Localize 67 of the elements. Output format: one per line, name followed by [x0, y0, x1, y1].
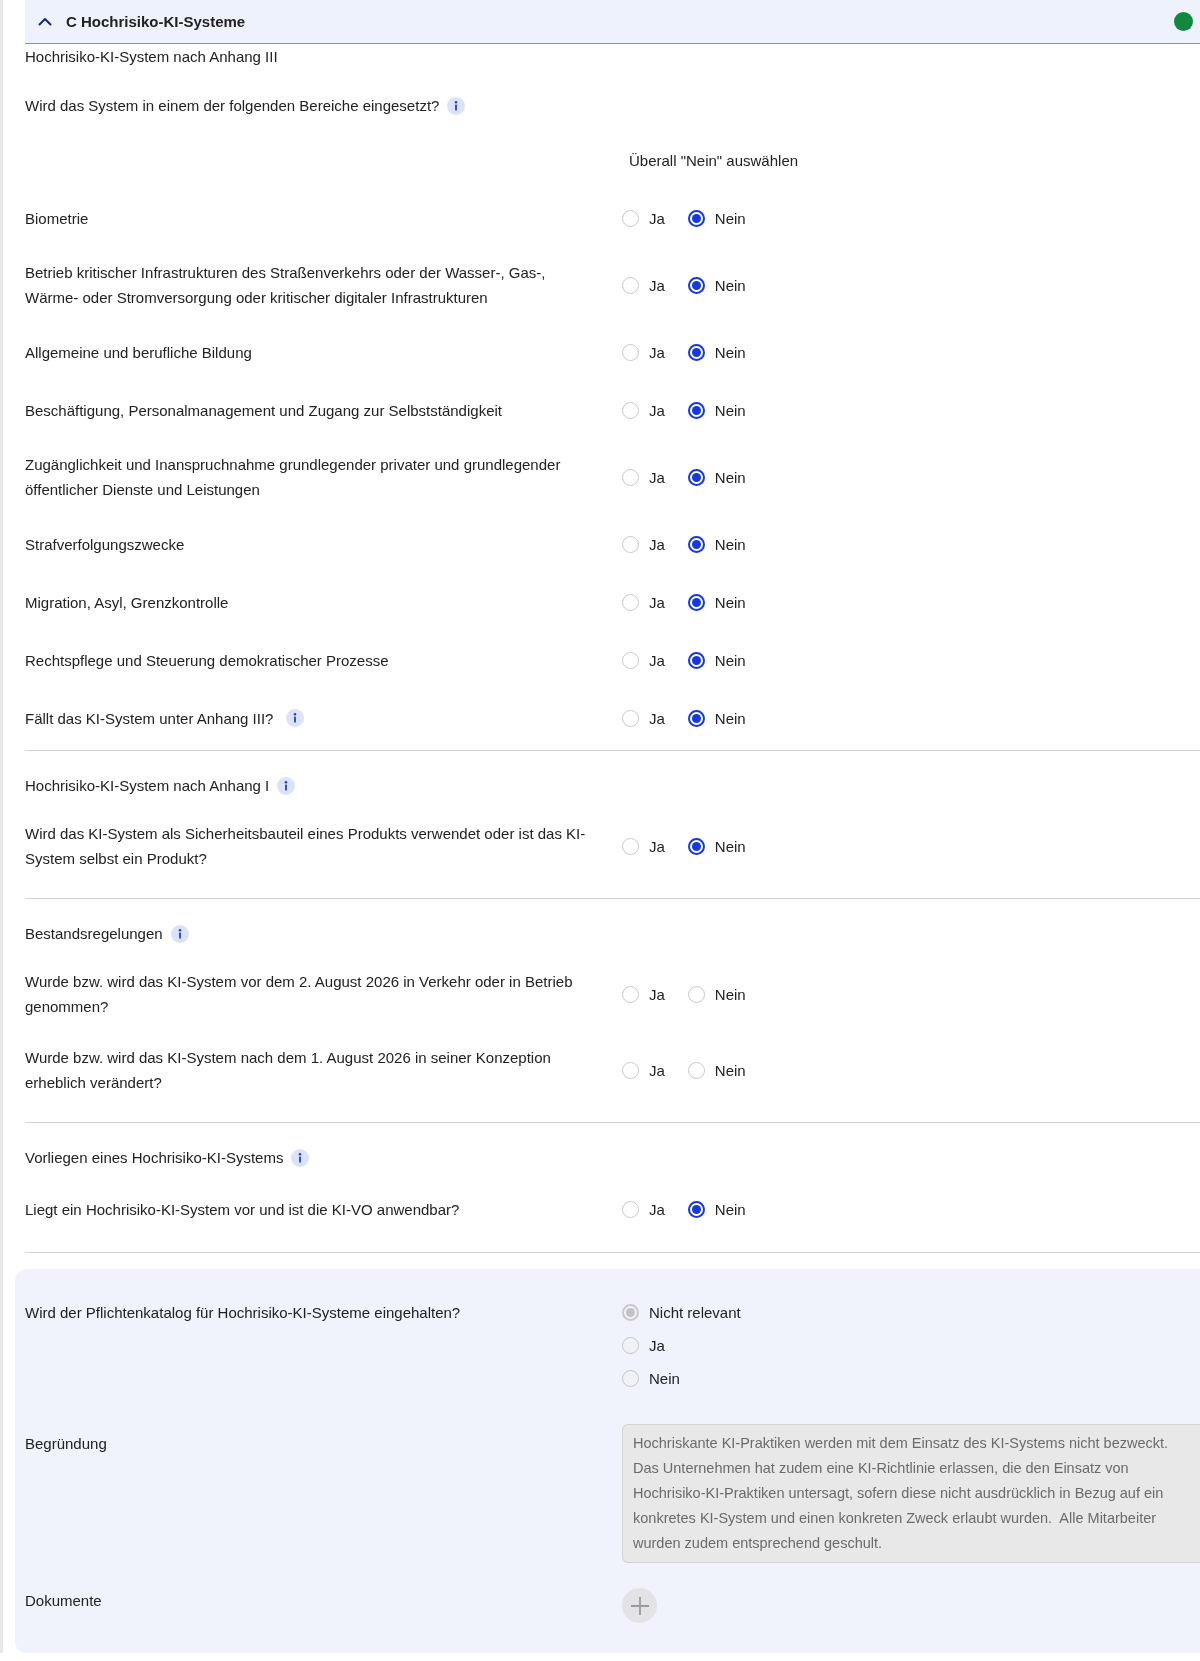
- option-label[interactable]: Nein: [714, 339, 746, 365]
- option-label[interactable]: Nein: [714, 647, 746, 673]
- option-label[interactable]: Ja: [649, 1057, 665, 1083]
- option-label[interactable]: Ja: [649, 397, 665, 423]
- field-label: Dokumente: [25, 1592, 102, 1609]
- option-label[interactable]: Nein: [714, 272, 746, 298]
- option-label[interactable]: Nein: [714, 205, 746, 231]
- group-heading: Hochrisiko-KI-System nach Anhang I: [25, 776, 270, 796]
- question-text: Allgemeine und berufliche Bildung: [25, 343, 252, 361]
- radio-button[interactable]: [687, 593, 705, 611]
- question-text: Migration, Asyl, Grenzkontrolle: [25, 593, 229, 611]
- question-text: Wird der Pflichtenkatalog für Hochrisiko-KI-Systeme eingehalten?: [25, 1304, 461, 1321]
- option-label[interactable]: Ja: [649, 272, 665, 298]
- group-heading: Vorliegen eines Hochrisiko-KI-Systems: [25, 1148, 284, 1168]
- question-text: Wird das KI-System als Sicherheitsbauteil eines Produkts verwendet oder ist das KI-System selbst ein Produkt?: [25, 825, 586, 867]
- option-label[interactable]: Ja: [649, 589, 665, 615]
- radio-button[interactable]: [687, 837, 705, 855]
- option-label[interactable]: Nein: [714, 981, 746, 1007]
- question-text: Wurde bzw. wird das KI-System vor dem 2. August 2026 in Verkehr oder in Betrieb genommen?: [25, 973, 573, 1015]
- radio-button[interactable]: [687, 1200, 705, 1218]
- option-label[interactable]: Ja: [649, 1196, 665, 1222]
- radio-button[interactable]: [687, 276, 705, 294]
- question-text: Betrieb kritischer Infrastrukturen des Straßenverkehrs oder der Wasser-, Gas-, Wärme- oder Stromversorgung oder kritischer digitaler Infrastrukturen: [25, 264, 546, 306]
- option-label[interactable]: Nein: [714, 1057, 746, 1083]
- radio-button[interactable]: [687, 535, 705, 553]
- group-heading: Bestandsregelungen: [25, 924, 163, 944]
- radio-button[interactable]: [687, 709, 705, 727]
- info-icon[interactable]: [291, 1148, 310, 1167]
- plus-icon: [629, 1595, 650, 1616]
- select-all-no-button[interactable]: Überall "Nein" auswählen: [629, 148, 799, 173]
- option-label[interactable]: Nein: [714, 397, 746, 423]
- option-label[interactable]: Ja: [649, 464, 665, 490]
- radio-button[interactable]: [687, 401, 705, 419]
- chevron-up-icon[interactable]: [38, 17, 52, 26]
- field-label: Begründung: [25, 1435, 107, 1452]
- option-label[interactable]: Ja: [649, 647, 665, 673]
- option-label[interactable]: Ja: [649, 981, 665, 1007]
- info-icon[interactable]: [170, 924, 189, 943]
- option-label[interactable]: Ja: [649, 705, 665, 731]
- info-icon[interactable]: [285, 709, 304, 728]
- option-label[interactable]: Ja: [649, 205, 665, 231]
- option-label[interactable]: Nein: [714, 589, 746, 615]
- question-text: Strafverfolgungszwecke: [25, 535, 185, 553]
- question-text: Fällt das KI-System unter Anhang III?: [25, 709, 274, 727]
- question-text: Beschäftigung, Personalmanagement und Zugang zur Selbstständigkeit: [25, 401, 502, 419]
- group-heading: Hochrisiko-KI-System nach Anhang III: [25, 47, 278, 67]
- option-label[interactable]: Ja: [649, 833, 665, 859]
- section-title: C Hochrisiko-KI-Systeme: [66, 12, 247, 32]
- question-text: Biometrie: [25, 209, 89, 227]
- option-label[interactable]: Nein: [714, 531, 746, 557]
- radio-button[interactable]: [687, 343, 705, 361]
- option-label[interactable]: Ja: [649, 531, 665, 557]
- info-icon[interactable]: [277, 776, 296, 795]
- radio-button[interactable]: [687, 209, 705, 227]
- info-icon[interactable]: [447, 96, 466, 115]
- option-label[interactable]: Ja: [649, 339, 665, 365]
- option-label[interactable]: Nein: [714, 705, 746, 731]
- radio-button[interactable]: [687, 468, 705, 486]
- option-label[interactable]: Nein: [714, 1196, 746, 1222]
- option-label[interactable]: Nein: [714, 464, 746, 490]
- question-text: Wurde bzw. wird das KI-System nach dem 1. August 2026 in seiner Konzeption erheblich verändert?: [25, 1049, 551, 1091]
- question-text: Wird das System in einem der folgenden Bereiche eingesetzt?: [25, 96, 440, 116]
- question-text: Zugänglichkeit und Inanspruchnahme grundlegender privater und grundlegender öffentlicher Dienste und Leistungen: [25, 456, 561, 498]
- radio-button[interactable]: [687, 651, 705, 669]
- question-text: Liegt ein Hochrisiko-KI-System vor und ist die KI-VO anwendbar?: [25, 1200, 460, 1218]
- option-label[interactable]: Nein: [714, 833, 746, 859]
- question-text: Rechtspflege und Steuerung demokratischer Prozesse: [25, 651, 389, 669]
